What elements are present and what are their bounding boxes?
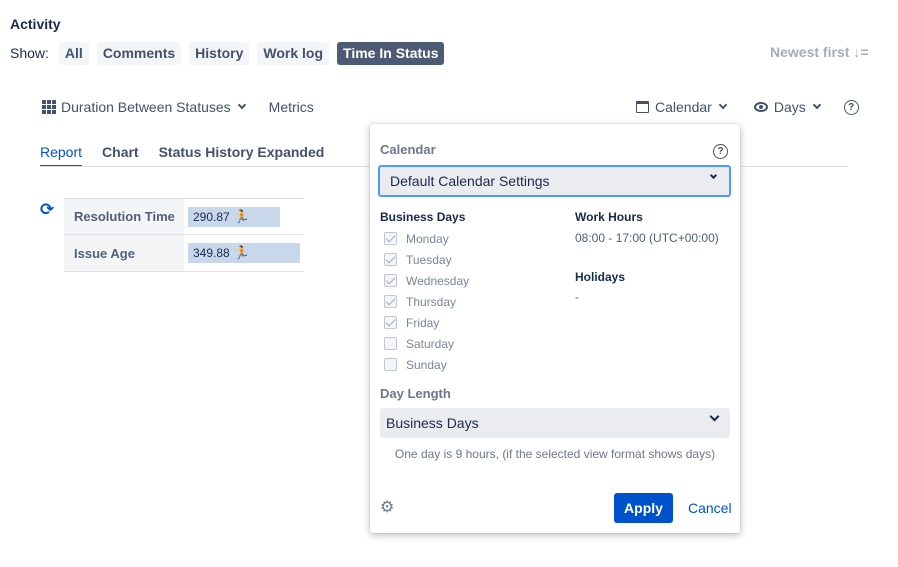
- chevron-down-icon: [709, 171, 718, 180]
- tab-status-history-expanded[interactable]: Status History Expanded: [159, 144, 325, 167]
- view-toolbar: Calendar Days ?: [636, 99, 859, 115]
- business-day-item[interactable]: Monday: [384, 228, 469, 249]
- calendar-icon: [636, 101, 649, 113]
- report-toolbar: Duration Between Statuses Metrics: [42, 99, 314, 115]
- value-text: 290.87: [193, 209, 230, 224]
- day-length-select[interactable]: Business Days: [380, 408, 730, 438]
- day-label: Wednesday: [406, 273, 470, 288]
- report-tabs: Report Chart Status History Expanded: [40, 144, 344, 167]
- activity-filter-bar: Show: All Comments History Work log Time…: [10, 41, 452, 65]
- sort-label: Newest first: [770, 44, 850, 60]
- table-row: Issue Age 349.88 🏃: [64, 235, 304, 272]
- row-value-cell: 349.88 🏃: [184, 235, 304, 271]
- day-length-title: Day Length: [380, 386, 451, 401]
- value-bar: 290.87 🏃: [188, 206, 280, 227]
- business-days-list: Monday Tuesday Wednesday Thursday Friday Satu…: [384, 228, 469, 375]
- chevron-down-icon[interactable]: [718, 100, 728, 110]
- day-length-note: One day is 9 hours, (if the selected vie…: [394, 447, 716, 461]
- day-checkbox[interactable]: [384, 358, 397, 371]
- value-bar: 349.88 🏃: [188, 243, 300, 263]
- business-day-item[interactable]: Friday: [384, 312, 469, 333]
- day-checkbox[interactable]: [384, 316, 397, 329]
- day-checkbox[interactable]: [384, 253, 397, 266]
- day-checkbox[interactable]: [384, 295, 397, 308]
- calendar-dropdown[interactable]: Calendar: [655, 99, 712, 115]
- day-checkbox[interactable]: [384, 232, 397, 245]
- days-dropdown[interactable]: Days: [774, 99, 806, 115]
- sort-toggle[interactable]: Newest first ↓=: [770, 44, 869, 60]
- chevron-down-icon[interactable]: [237, 100, 246, 110]
- gear-icon[interactable]: ⚙: [380, 500, 395, 516]
- day-label: Friday: [406, 315, 440, 330]
- refresh-icon[interactable]: ⟳: [40, 200, 54, 220]
- runner-icon: 🏃: [233, 208, 250, 224]
- filter-history-button[interactable]: History: [189, 41, 250, 65]
- help-icon[interactable]: ?: [713, 144, 728, 159]
- day-checkbox[interactable]: [384, 274, 397, 287]
- row-label: Resolution Time: [64, 199, 184, 234]
- filter-worklog-button[interactable]: Work log: [257, 41, 330, 65]
- duration-dropdown[interactable]: Duration Between Statuses: [61, 99, 231, 115]
- holidays-title: Holidays: [575, 270, 626, 284]
- cancel-button[interactable]: Cancel: [688, 500, 732, 516]
- day-label: Thursday: [406, 294, 457, 309]
- table-row: Resolution Time 290.87 🏃: [64, 198, 304, 235]
- business-day-item[interactable]: Thursday: [384, 291, 469, 312]
- metrics-button[interactable]: Metrics: [269, 99, 314, 115]
- day-label: Saturday: [406, 336, 455, 351]
- calendar-popup: Calendar ? Default Calendar Settings Bus…: [370, 124, 740, 533]
- filter-comments-button[interactable]: Comments: [96, 41, 182, 65]
- work-hours-title: Work Hours: [575, 210, 643, 224]
- value-text: 349.88: [193, 246, 230, 260]
- filter-all-button[interactable]: All: [58, 41, 89, 65]
- business-day-item[interactable]: Sunday: [384, 354, 469, 375]
- show-label: Show:: [10, 45, 49, 61]
- business-day-item[interactable]: Saturday: [384, 333, 469, 354]
- chevron-down-icon: [709, 411, 720, 422]
- popup-title: Calendar: [380, 142, 436, 157]
- activity-title: Activity: [10, 16, 61, 32]
- holidays-value: -: [575, 290, 579, 304]
- report-table: Resolution Time 290.87 🏃 Issue Age 349.8…: [64, 198, 304, 272]
- eye-icon: [753, 102, 768, 112]
- business-days-title: Business Days: [380, 210, 466, 224]
- help-icon[interactable]: ?: [843, 99, 859, 115]
- day-length-value: Business Days: [386, 415, 479, 431]
- tab-report[interactable]: Report: [40, 144, 83, 167]
- work-hours-value: 08:00 - 17:00 (UTC+00:00): [575, 231, 719, 245]
- calendar-select[interactable]: Default Calendar Settings: [378, 165, 731, 197]
- day-checkbox[interactable]: [384, 337, 397, 350]
- day-label: Tuesday: [406, 252, 452, 267]
- runner-icon: 🏃: [233, 245, 250, 260]
- calendar-select-value: Default Calendar Settings: [390, 173, 550, 189]
- chevron-down-icon[interactable]: [812, 100, 821, 110]
- day-label: Sunday: [406, 357, 447, 372]
- row-label: Issue Age: [64, 235, 184, 271]
- business-day-item[interactable]: Wednesday: [384, 270, 469, 291]
- row-value-cell: 290.87 🏃: [184, 199, 304, 234]
- day-label: Monday: [406, 231, 449, 246]
- business-day-item[interactable]: Tuesday: [384, 249, 469, 270]
- apply-button[interactable]: Apply: [614, 493, 673, 523]
- sort-icon: ↓=: [853, 44, 869, 60]
- tab-chart[interactable]: Chart: [102, 144, 139, 167]
- grid-icon: [42, 100, 56, 114]
- filter-time-in-status-button[interactable]: Time In Status: [337, 41, 445, 65]
